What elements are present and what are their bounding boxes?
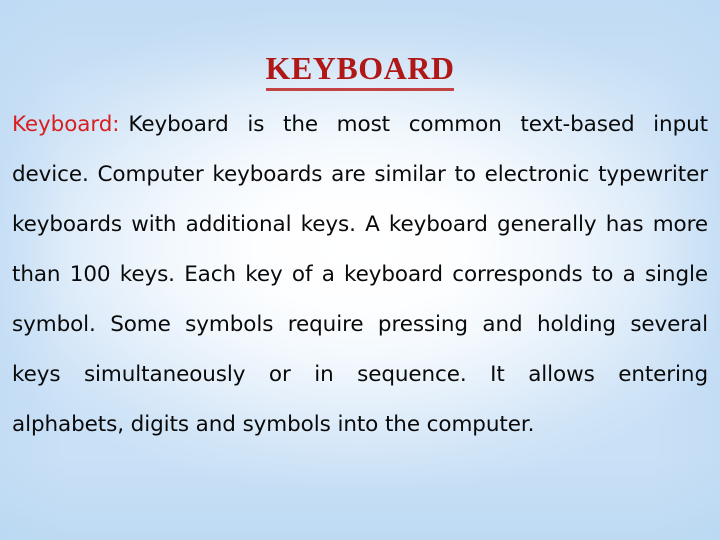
- slide-canvas: KEYBOARD Keyboard: Keyboard is the most c…: [0, 0, 720, 540]
- slide-body: Keyboard: Keyboard is the most common tex…: [12, 100, 708, 450]
- body-paragraph-text: Keyboard is the most common text-based i…: [12, 112, 708, 437]
- body-paragraph: Keyboard: Keyboard is the most common tex…: [12, 100, 708, 450]
- body-lead-label: Keyboard:: [12, 112, 120, 137]
- page-title: KEYBOARD: [265, 52, 455, 92]
